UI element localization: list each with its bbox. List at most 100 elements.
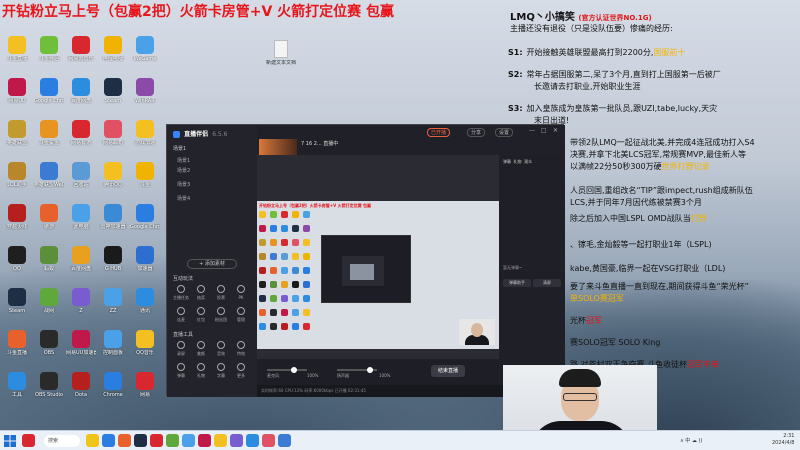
system-tray[interactable]: ∧ 中 ☁ ))	[680, 437, 702, 444]
taskbar-app-icon[interactable]	[262, 434, 275, 447]
desktop-icon[interactable]: 斗鱼伴侣	[34, 36, 64, 66]
desktop-icon[interactable]: 战网	[34, 288, 64, 318]
tool-button[interactable]: 红包	[191, 305, 211, 325]
settings-button[interactable]: 设置	[495, 128, 514, 137]
tab-gifts[interactable]: 礼物	[514, 159, 522, 164]
share-button[interactable]: 分享	[467, 128, 486, 137]
add-source-button[interactable]: + 添加素材	[187, 259, 237, 269]
desktop-icon[interactable]: 蚂蚁	[34, 246, 64, 276]
desktop-icon[interactable]: 英雄联盟	[2, 120, 32, 150]
desktop-icon[interactable]: Google Chrome	[34, 78, 64, 108]
desktop-icon[interactable]: G HUB	[98, 246, 128, 276]
danmaku-assistant-button[interactable]: 弹幕助手	[503, 279, 531, 287]
tool-button[interactable]: 礼物	[191, 361, 211, 381]
desktop-icon[interactable]: Steam	[2, 288, 32, 318]
clear-chat-button[interactable]: 清屏	[533, 279, 561, 287]
taskbar-app-icon[interactable]	[86, 434, 99, 447]
desktop-file-text-document[interactable]: 新建文本文档	[266, 40, 296, 70]
desktop-icon[interactable]: 网易UU加速器	[66, 330, 96, 360]
taskbar-app-icon[interactable]	[150, 434, 163, 447]
desktop-icon[interactable]: 腾讯QQ	[98, 162, 128, 192]
close-icon[interactable]: ✕	[553, 127, 558, 134]
live-companion-window[interactable]: 直播伴侣 6.5.6 场景1 场景1 场景2 场景3 场景4 + 添加素材 互动…	[166, 124, 565, 397]
taskbar-app-icon[interactable]	[214, 434, 227, 447]
taskbar-app-icon[interactable]	[118, 434, 131, 447]
tool-button[interactable]: 弹幕	[171, 361, 191, 381]
tab-viewers[interactable]: 观众	[524, 159, 532, 164]
taskbar-search-box[interactable]: 搜索	[44, 435, 80, 447]
tool-button[interactable]: 特效	[231, 339, 251, 359]
desktop-icon[interactable]: 工具	[2, 372, 32, 402]
desktop-icon[interactable]: 傲游	[34, 204, 64, 234]
scene-item[interactable]: 场景1	[177, 157, 190, 164]
scene-item[interactable]: 场景2	[177, 167, 190, 174]
desktop-icon[interactable]: 斗鱼鲨鱼	[34, 120, 64, 150]
desktop-icon[interactable]: 通讯	[130, 288, 160, 318]
tool-button[interactable]: 字幕	[211, 361, 231, 381]
desktop-icon[interactable]: 网易有道	[66, 120, 96, 150]
desktop-icon[interactable]: 斗鱼直播	[2, 36, 32, 66]
minimize-icon[interactable]: —	[529, 127, 535, 134]
desktop-icon[interactable]: 网易UU	[2, 78, 32, 108]
scene-item[interactable]: 场景3	[177, 181, 190, 188]
tool-button[interactable]: 投票	[211, 283, 231, 303]
taskbar-app-icon[interactable]	[246, 434, 259, 447]
speaker-slider-knob[interactable]	[367, 367, 373, 373]
desktop-icon[interactable]: Steam	[98, 78, 128, 108]
taskbar-clock[interactable]: 2:31 2024/4/8	[772, 433, 794, 447]
tool-button[interactable]: PK	[231, 283, 251, 303]
desktop-icon[interactable]: QQ	[2, 246, 32, 276]
desktop-icon[interactable]: Chrome	[98, 372, 128, 402]
taskbar-app-icon[interactable]	[182, 434, 195, 447]
desktop-icon[interactable]: 网易	[130, 372, 160, 402]
windows-start-icon[interactable]	[4, 435, 16, 447]
tool-button[interactable]: 更多	[231, 361, 251, 381]
stream-preview[interactable]: 开钻粉立马上号（包赢2把）火箭卡房管+V 火箭打定位赛 包赢	[257, 155, 499, 385]
desktop-icon[interactable]: WeGame	[130, 36, 160, 66]
desktop-icon[interactable]: 控制面板	[98, 330, 128, 360]
desktop-icon[interactable]: 穿越火线	[2, 204, 32, 234]
desktop-icon[interactable]: Dota	[66, 372, 96, 402]
taskbar-app-icon[interactable]	[22, 434, 35, 447]
desktop-icon[interactable]: 游戏加速	[130, 120, 160, 150]
scene-item[interactable]: 场景4	[177, 195, 190, 202]
live-status-button[interactable]: 已开播	[427, 128, 451, 137]
desktop-icon[interactable]: Google Chrome	[130, 204, 160, 234]
tool-button[interactable]: 主播任务	[171, 283, 191, 303]
taskbar-app-icon[interactable]	[230, 434, 243, 447]
taskbar-app-icon[interactable]	[198, 434, 211, 447]
desktop-icon[interactable]: 网易云音乐	[66, 36, 96, 66]
tab-danmaku[interactable]: 弹幕	[503, 159, 511, 164]
desktop-icon[interactable]: Z	[66, 288, 96, 318]
taskbar-app-icon[interactable]	[278, 434, 291, 447]
desktop-icon[interactable]: 百度网盘	[66, 246, 96, 276]
desktop-icon[interactable]: OBS	[34, 330, 64, 360]
desktop-icon[interactable]: 哔哩哔哩	[98, 36, 128, 66]
tool-button[interactable]: 音效	[211, 339, 231, 359]
desktop-icon[interactable]: OBS Studio	[34, 372, 64, 402]
taskbar-app-icon[interactable]	[134, 434, 147, 447]
desktop-icon[interactable]: WinRAR	[130, 78, 160, 108]
tool-button[interactable]: 粉丝团	[211, 305, 231, 325]
microphone-slider[interactable]	[267, 367, 307, 373]
tool-button[interactable]: 录屏	[171, 339, 191, 359]
desktop-icon[interactable]: ZZ	[98, 288, 128, 318]
desktop-icon[interactable]: 斗鱼	[130, 162, 160, 192]
desktop-icon[interactable]: 斗鱼直播	[2, 330, 32, 360]
desktop-icon[interactable]: 回收站	[66, 162, 96, 192]
maximize-icon[interactable]: □	[541, 127, 547, 134]
stream-thumbnail[interactable]	[259, 139, 297, 155]
microphone-slider-knob[interactable]	[291, 367, 297, 373]
taskbar-app-icon[interactable]	[102, 434, 115, 447]
desktop-icon[interactable]: 英雄联盟WeGame版	[34, 162, 64, 192]
tool-button[interactable]: 美颜	[191, 339, 211, 359]
desktop-icon[interactable]: 网易邮箱	[98, 120, 128, 150]
speaker-slider[interactable]	[337, 367, 377, 373]
tool-button[interactable]: 连麦	[171, 305, 191, 325]
desktop-icon[interactable]: 加速器	[130, 246, 160, 276]
desktop-icon[interactable]: 此电脑	[66, 204, 96, 234]
end-live-button[interactable]: 结束直播	[431, 365, 465, 377]
desktop-icon[interactable]: QQ音乐	[130, 330, 160, 360]
desktop-icon[interactable]: LOL助手	[2, 162, 32, 192]
scene-selector[interactable]: 场景1	[173, 145, 186, 152]
